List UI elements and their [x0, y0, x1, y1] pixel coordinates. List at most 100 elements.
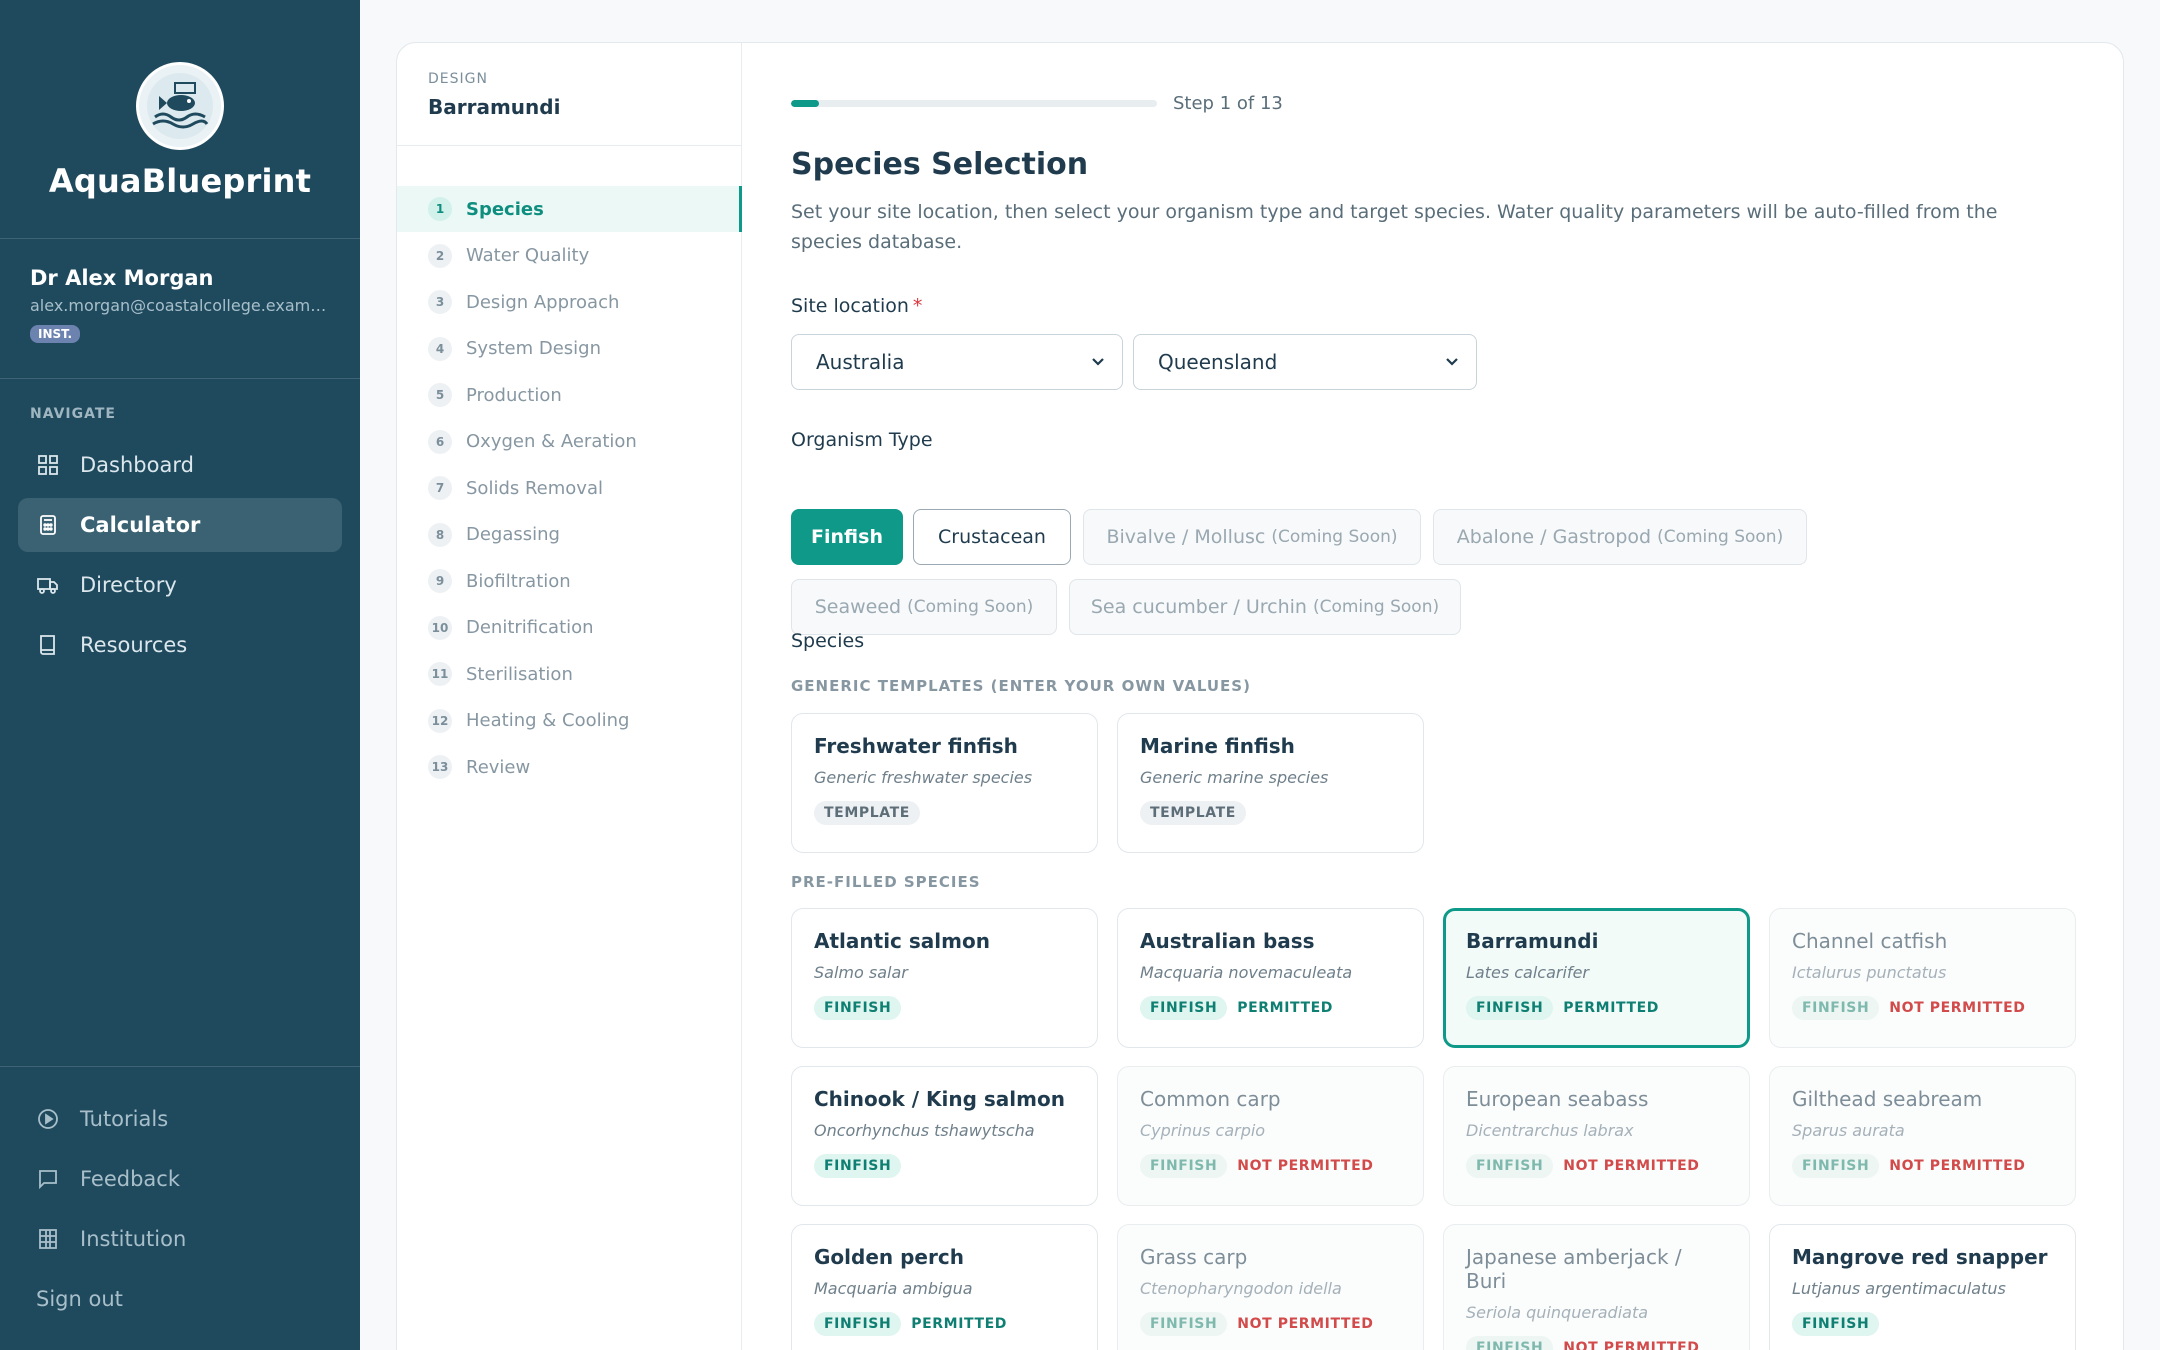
step-item-3[interactable]: 3 Design Approach — [397, 279, 742, 325]
organism-option-crustacean[interactable]: Crustacean — [913, 509, 1071, 565]
species-card[interactable]: Grass carp Ctenopharyngodon idella FINFISH… — [1117, 1224, 1424, 1350]
nav-label: Institution — [80, 1227, 187, 1251]
step-item-6[interactable]: 6 Oxygen & Aeration — [397, 419, 742, 465]
species-card[interactable]: Mangrove red snapper Lutjanus argentimacu… — [1769, 1224, 2076, 1350]
nav-item-resources[interactable]: Resources — [18, 618, 342, 672]
permit-status-tag: NOT PERMITTED — [1563, 1158, 1700, 1174]
species-name: Japanese amberjack / Buri — [1466, 1245, 1682, 1293]
nav-item-calculator[interactable]: Calculator — [18, 498, 342, 552]
user-email: alex.morgan@coastalcollege.exam… — [30, 296, 327, 315]
progress-bar — [791, 100, 1157, 107]
species-card[interactable]: Channel catfish Ictalurus punctatus FINFIS… — [1769, 908, 2076, 1048]
species-card[interactable]: Barramundi Lates calcarifer FINFISH PERMITT… — [1443, 908, 1750, 1048]
step-item-1[interactable]: 1 Species — [397, 186, 742, 232]
species-card[interactable]: Chinook / King salmon Oncorhynchus tshawy… — [791, 1066, 1098, 1206]
nav-item-dashboard[interactable]: Dashboard — [18, 438, 342, 492]
prefilled-species-label: PRE-FILLED SPECIES — [791, 873, 981, 891]
species-tags: FINFISH NOT PERMITTED — [1140, 1154, 1401, 1178]
organism-option-seaweed[interactable]: Seaweed (Coming Soon) — [791, 579, 1057, 635]
step-number: 1 — [428, 197, 452, 221]
species-tags: FINFISH NOT PERMITTED — [1140, 1312, 1401, 1336]
site-location-label: Site location * — [791, 295, 922, 317]
species-card[interactable]: Gilthead seabream Sparus aurata FINFISH NOT… — [1769, 1066, 2076, 1206]
species-card[interactable]: Common carp Cyprinus carpio FINFISH NOT PER… — [1117, 1066, 1424, 1206]
step-number: 5 — [428, 383, 452, 407]
organism-tag: FINFISH — [814, 1312, 902, 1336]
step-label: Sterilisation — [466, 663, 573, 685]
region-select[interactable]: Queensland — [1133, 334, 1477, 390]
species-name: Australian bass — [1140, 929, 1315, 953]
organism-option-abalone-gastropod[interactable]: Abalone / Gastropod (Coming Soon) — [1433, 509, 1807, 565]
step-label: Oxygen & Aeration — [466, 431, 637, 452]
country-select[interactable]: Australia — [791, 334, 1123, 390]
user-profile: Dr Alex Morgan alex.morgan@coastalcolleg… — [30, 266, 340, 343]
chevron-down-icon — [1446, 358, 1458, 366]
step-number: 12 — [428, 708, 452, 733]
step-item-10[interactable]: 10 Denitrification — [397, 605, 742, 651]
step-number: 6 — [428, 429, 452, 454]
nav-item-tutorials[interactable]: Tutorials — [18, 1092, 342, 1146]
coming-soon-note: (Coming Soon) — [1312, 597, 1440, 617]
step-number: 10 — [428, 615, 452, 640]
organism-tag: FINFISH — [1466, 1154, 1554, 1178]
species-scientific-name: Generic marine species — [1140, 768, 1329, 787]
species-name: Barramundi — [1466, 929, 1599, 953]
design-label: DESIGN — [428, 71, 488, 87]
species-scientific-name: Oncorhynchus tshawytscha — [814, 1121, 1035, 1140]
step-item-4[interactable]: 4 System Design — [397, 326, 742, 372]
species-card[interactable]: Golden perch Macquaria ambigua FINFISH PERM… — [791, 1224, 1098, 1350]
step-item-13[interactable]: 13 Review — [397, 744, 742, 790]
sign-out-link[interactable]: Sign out — [18, 1272, 342, 1326]
organism-option-label: Sea cucumber / Urchin — [1090, 596, 1307, 618]
species-card[interactable]: Japanese amberjack / Buri Seriola quinque… — [1443, 1224, 1750, 1350]
step-item-11[interactable]: 11 Sterilisation — [397, 651, 742, 697]
species-tags: FINFISH — [1792, 1312, 2053, 1336]
organism-option-finfish[interactable]: Finfish — [791, 509, 903, 565]
step-label: Solids Removal — [466, 477, 603, 499]
user-role-badge: INST. — [30, 325, 81, 343]
site-location-text: Site location — [791, 295, 909, 317]
species-name: European seabass — [1466, 1087, 1649, 1111]
species-scientific-name: Dicentrarchus labrax — [1466, 1121, 1634, 1140]
organism-tag: FINFISH — [1792, 1312, 1880, 1336]
permit-status-tag: NOT PERMITTED — [1237, 1316, 1374, 1332]
nav-item-institution[interactable]: Institution — [18, 1212, 342, 1266]
building-icon — [36, 1227, 60, 1251]
generic-templates-label: GENERIC TEMPLATES (ENTER YOUR OWN VALUES… — [791, 677, 1251, 695]
species-card[interactable]: Atlantic salmon Salmo salar FINFISH — [791, 908, 1098, 1048]
species-name: Gilthead seabream — [1792, 1087, 1983, 1111]
design-name: Barramundi — [428, 95, 561, 119]
species-card[interactable]: Freshwater finfish Generic freshwater spe… — [791, 713, 1098, 853]
sidebar-divider — [0, 238, 360, 239]
step-item-9[interactable]: 9 Biofiltration — [397, 558, 742, 604]
nav-label: Resources — [80, 633, 188, 657]
nav-label: Directory — [80, 573, 177, 597]
chat-icon — [36, 1167, 60, 1191]
organism-option-sea-cucumber-urchin[interactable]: Sea cucumber / Urchin (Coming Soon) — [1069, 579, 1461, 635]
nav-item-feedback[interactable]: Feedback — [18, 1152, 342, 1206]
permit-status-tag: NOT PERMITTED — [1889, 1158, 2026, 1174]
species-tags: FINFISH NOT PERMITTED — [1792, 1154, 2053, 1178]
organism-option-bivalve-mollusc[interactable]: Bivalve / Mollusc (Coming Soon) — [1083, 509, 1421, 565]
species-card[interactable]: Marine finfish Generic marine species TEMP… — [1117, 713, 1424, 853]
species-tags: FINFISH PERMITTED — [1140, 996, 1401, 1020]
coming-soon-note: (Coming Soon) — [1271, 527, 1398, 547]
species-tags: FINFISH PERMITTED — [1466, 996, 1727, 1020]
organism-tag: FINFISH — [1140, 1312, 1228, 1336]
progress: Step 1 of 13 — [791, 93, 1283, 114]
species-card[interactable]: European seabass Dicentrarchus labrax FINF… — [1443, 1066, 1750, 1206]
step-item-5[interactable]: 5 Production — [397, 372, 742, 418]
step-item-7[interactable]: 7 Solids Removal — [397, 465, 742, 511]
template-tag: TEMPLATE — [814, 801, 920, 825]
steps-panel: DESIGN Barramundi 1 Species 2 Water Quality… — [397, 43, 742, 1350]
step-item-2[interactable]: 2 Water Quality — [397, 233, 742, 279]
country-value: Australia — [816, 350, 905, 374]
species-card[interactable]: Australian bass Macquaria novemaculeata FI… — [1117, 908, 1424, 1048]
step-item-12[interactable]: 12 Heating & Cooling — [397, 698, 742, 744]
nav-item-directory[interactable]: Directory — [18, 558, 342, 612]
organism-tag: FINFISH — [814, 1154, 902, 1178]
grid-icon — [36, 453, 60, 477]
permit-status-tag: NOT PERMITTED — [1563, 1340, 1700, 1350]
step-item-8[interactable]: 8 Degassing — [397, 512, 742, 558]
species-name: Mangrove red snapper — [1792, 1245, 2048, 1269]
